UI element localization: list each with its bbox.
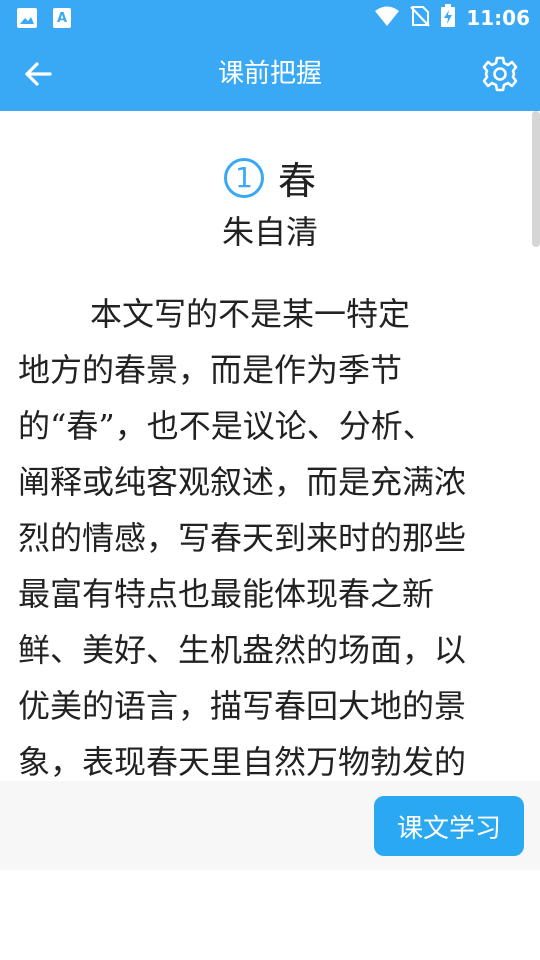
body-line: 阐释或纯客观叙述，而是充满浓 — [18, 463, 467, 501]
gallery-icon — [16, 7, 38, 33]
gear-icon — [482, 56, 518, 92]
lesson-heading: 1 春 — [0, 150, 540, 205]
lesson-title: 春 — [277, 159, 316, 203]
lesson-author: 朱自清 — [221, 213, 318, 251]
text-app-icon: A — [52, 7, 72, 33]
body-line: 优美的语言，描写春回大地的景 — [18, 687, 467, 725]
settings-button[interactable] — [478, 52, 522, 96]
body-line: 鲜、美好、生机盎然的场面，以 — [18, 631, 467, 669]
battery-charging-icon — [440, 4, 456, 32]
lesson-body: 本文写的不是某一特定 地方的春景，而是作为季节 的“春”，也不是议论、分析、 阐… — [18, 286, 522, 790]
clock: 11:06 — [466, 6, 530, 30]
no-sim-icon — [410, 5, 431, 31]
lesson-number-badge: 1 — [223, 157, 264, 198]
svg-text:A: A — [57, 11, 67, 26]
body-line: 本文写的不是某一特定 — [90, 295, 411, 333]
body-line: 的“春”，也不是议论、分析、 — [18, 407, 435, 445]
body-line: 地方的春景，而是作为季节 — [18, 351, 403, 389]
app-bar: A 11:06 课前把握 — [0, 0, 540, 111]
page-title: 课前把握 — [217, 59, 322, 89]
body-line: 最富有特点也最能体现春之新 — [18, 575, 435, 613]
wifi-icon — [374, 5, 400, 31]
toolbar: 课前把握 — [0, 36, 540, 111]
body-line: 烈的情感，写春天到来时的那些 — [18, 519, 467, 557]
blank-area — [0, 870, 540, 960]
text-study-button[interactable]: 课文学习 — [374, 796, 524, 856]
status-bar: A 11:06 — [0, 0, 540, 36]
bottom-panel: 课文学习 — [0, 781, 540, 870]
